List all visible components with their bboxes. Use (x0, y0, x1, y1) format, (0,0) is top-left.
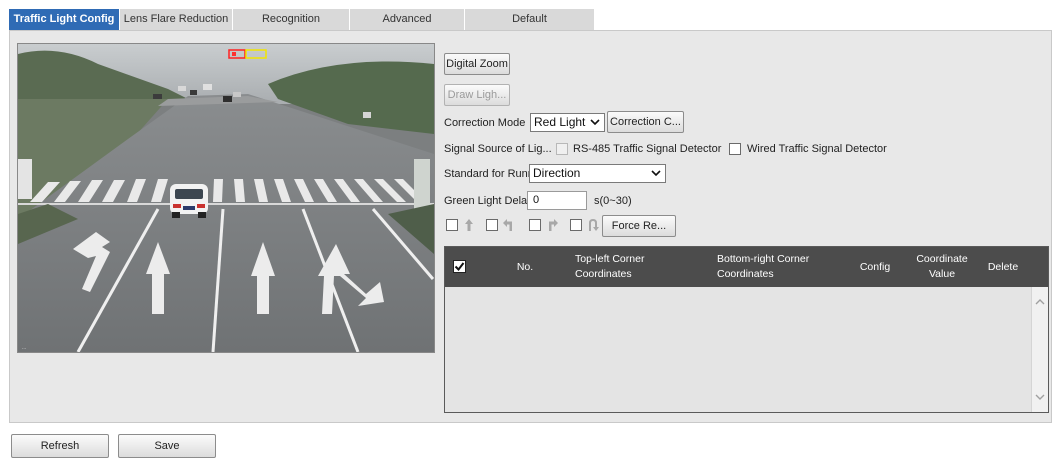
signal-source-label: Signal Source of Lig... (444, 143, 552, 155)
column-bottom-right: Bottom-right Corner Coordinates (717, 253, 810, 280)
table-header: No. Top-left Corner Coordinates Bottom-r… (445, 247, 1048, 287)
scroll-down-icon[interactable] (1035, 392, 1045, 402)
green-light-delay-input[interactable]: 0 (527, 191, 587, 210)
standard-select[interactable]: Direction (529, 164, 666, 183)
correction-mode-label: Correction Mode (444, 117, 526, 129)
column-top-left: Top-left Corner Coordinates (575, 253, 645, 280)
tab-bar: Traffic Light Config Lens Flare Reductio… (9, 9, 595, 30)
rs485-label: RS-485 Traffic Signal Detector (573, 143, 722, 155)
arrow-uturn-icon (589, 219, 599, 231)
column-no: No. (516, 260, 534, 273)
column-delete: Delete (987, 260, 1019, 273)
tab-default[interactable]: Default (465, 9, 595, 30)
tab-recognition[interactable]: Recognition (233, 9, 350, 30)
wired-detector-label: Wired Traffic Signal Detector (747, 143, 887, 155)
tab-advanced[interactable]: Advanced (350, 9, 465, 30)
chevron-down-icon (651, 170, 661, 177)
arrow-left-icon (503, 219, 512, 231)
rs485-checkbox[interactable] (556, 143, 568, 155)
correction-config-button[interactable]: Correction C... (607, 111, 684, 133)
digital-zoom-button[interactable]: Digital Zoom (444, 53, 510, 75)
tab-lens-flare-reduction[interactable]: Lens Flare Reduction (120, 9, 233, 30)
force-red-button[interactable]: Force Re... (602, 215, 676, 237)
direction-uturn-checkbox[interactable] (570, 219, 582, 231)
table-scrollbar[interactable] (1031, 287, 1048, 412)
column-config: Config (859, 260, 891, 273)
svg-text:...: ... (22, 345, 26, 351)
tab-traffic-light-config[interactable]: Traffic Light Config (9, 9, 120, 30)
draw-light-button[interactable]: Draw Ligh... (444, 84, 510, 106)
correction-mode-value: Red Light (534, 115, 586, 129)
wired-detector-checkbox[interactable] (729, 143, 741, 155)
arrow-right-icon (549, 219, 558, 231)
arrow-straight-icon (465, 219, 473, 231)
direction-right-checkbox[interactable] (529, 219, 541, 231)
chevron-down-icon (590, 119, 600, 126)
traffic-light-table: No. Top-left Corner Coordinates Bottom-r… (444, 246, 1049, 413)
green-light-delay-label: Green Light Delay (444, 195, 533, 207)
refresh-button[interactable]: Refresh (11, 434, 109, 458)
scroll-up-icon[interactable] (1035, 297, 1045, 307)
direction-straight-checkbox[interactable] (446, 219, 458, 231)
select-all-checkbox[interactable] (453, 260, 466, 273)
standard-value: Direction (533, 166, 581, 180)
direction-left-checkbox[interactable] (486, 219, 498, 231)
correction-mode-select[interactable]: Red Light (530, 113, 605, 132)
traffic-scene-image: ... (18, 44, 434, 352)
checkmark-icon (454, 262, 465, 272)
live-video-view[interactable]: ... (17, 43, 435, 353)
save-button[interactable]: Save (118, 434, 216, 458)
green-light-delay-unit: s(0~30) (594, 195, 632, 207)
column-coordinate-value: Coordinate Value (916, 253, 968, 280)
